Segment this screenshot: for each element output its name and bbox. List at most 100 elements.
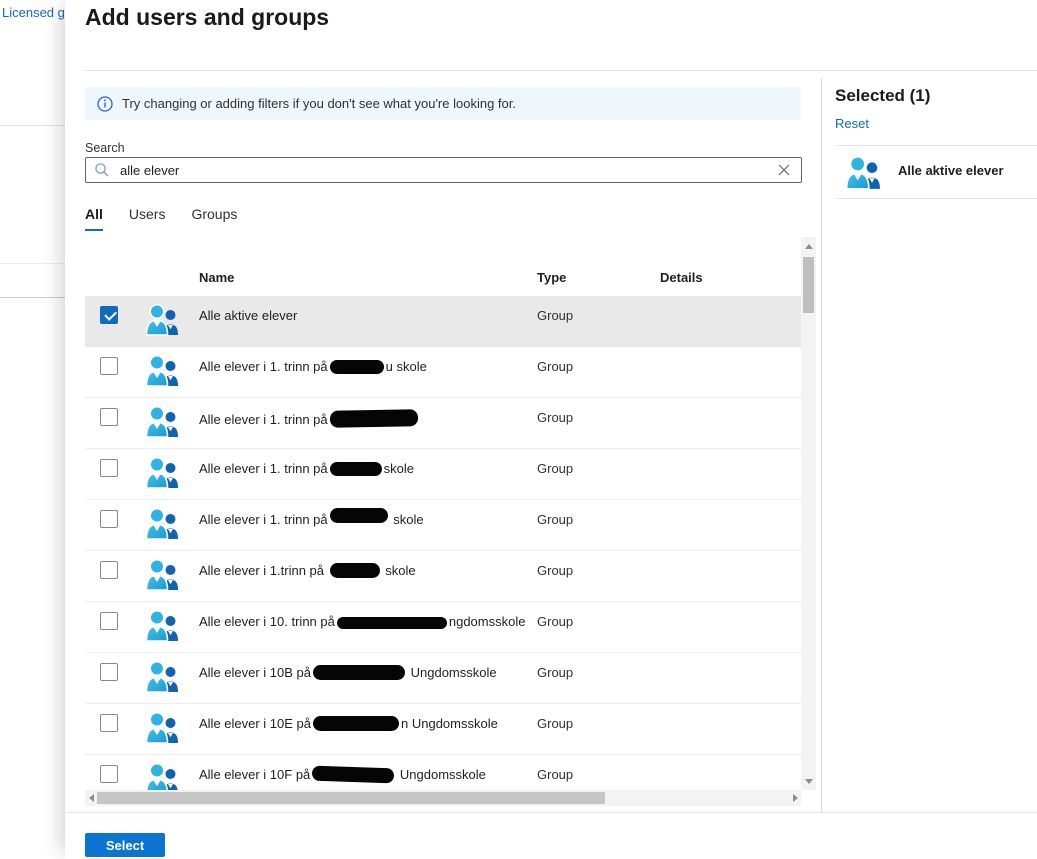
title-divider (85, 70, 1037, 71)
row-checkbox[interactable] (100, 714, 118, 732)
info-banner: Try changing or adding filters if you do… (85, 87, 801, 120)
table-row[interactable]: Alle elever i 1. trinn på skole Group (85, 500, 801, 551)
redaction-mark (330, 360, 384, 374)
search-label: Search (85, 141, 125, 155)
row-checkbox[interactable] (100, 408, 118, 426)
row-checkbox[interactable] (100, 459, 118, 477)
row-name: Alle elever i 1. trinn påu skole (199, 359, 427, 374)
horizontal-scrollbar[interactable] (85, 790, 801, 806)
row-checkbox[interactable] (100, 765, 118, 783)
group-icon (145, 610, 179, 642)
group-icon (145, 304, 179, 336)
redaction-mark (313, 716, 399, 731)
row-name: Alle elever i 1.trinn på skole (199, 563, 416, 578)
table-row[interactable]: Alle elever i 10B på Ungdomsskole Group (85, 653, 801, 704)
row-type: Group (537, 308, 573, 323)
row-type: Group (537, 461, 573, 476)
selected-panel-divider (835, 145, 1037, 146)
background-divider (0, 263, 65, 264)
table-header: Name Type Details (85, 262, 801, 296)
redaction-mark (337, 617, 447, 629)
redaction-mark (330, 462, 382, 476)
tab-all[interactable]: All (85, 206, 103, 231)
row-name: Alle elever i 1. trinn på (199, 410, 420, 427)
row-name: Alle aktive elever (199, 308, 297, 323)
group-icon (145, 508, 179, 540)
redaction-mark (312, 766, 394, 784)
selected-panel-divider (835, 198, 1037, 199)
table-rows: Alle aktive elever Group Alle elever i 1.… (85, 296, 801, 790)
row-name: Alle elever i 1. trinn på skole (199, 512, 424, 527)
select-button[interactable]: Select (85, 833, 165, 857)
group-icon (145, 712, 179, 744)
scroll-right-arrow[interactable] (789, 790, 801, 806)
redaction-mark (313, 665, 405, 680)
row-type: Group (537, 767, 573, 782)
scroll-up-arrow[interactable] (801, 239, 816, 254)
row-checkbox[interactable] (100, 561, 118, 579)
row-type: Group (537, 512, 573, 527)
row-type: Group (537, 359, 573, 374)
search-icon (94, 162, 110, 178)
footer-divider (65, 812, 1037, 813)
redaction-mark (330, 508, 388, 523)
selected-count-title: Selected (1) (835, 86, 930, 106)
group-icon (145, 406, 179, 438)
column-header-type: Type (537, 270, 566, 285)
table-row[interactable]: Alle elever i 1.trinn på skoleGroup (85, 551, 801, 602)
vertical-scrollbar[interactable] (801, 237, 816, 790)
background-divider (0, 297, 65, 298)
page-title: Add users and groups (85, 4, 329, 31)
scroll-left-arrow[interactable] (85, 790, 97, 806)
table-row[interactable]: Alle elever i 10. trinn pångdomsskole Gro… (85, 602, 801, 653)
info-icon (97, 96, 113, 112)
row-name: Alle elever i 10. trinn pångdomsskole (199, 614, 525, 629)
row-checkbox[interactable] (100, 663, 118, 681)
row-checkbox[interactable] (100, 612, 118, 630)
table-row[interactable]: Alle elever i 1. trinn påu skole Group (85, 347, 801, 398)
row-name: Alle elever i 1. trinn påskole (199, 461, 414, 476)
row-type: Group (537, 614, 573, 629)
group-icon (145, 763, 179, 790)
row-name: Alle elever i 10E pån Ungdomsskole (199, 716, 498, 731)
tab-users[interactable]: Users (129, 206, 166, 231)
search-box (85, 157, 802, 183)
row-type: Group (537, 716, 573, 731)
row-checkbox[interactable] (100, 357, 118, 375)
tabs: All Users Groups (85, 206, 237, 231)
reset-link[interactable]: Reset (835, 116, 869, 131)
group-icon (145, 559, 179, 591)
table-row[interactable]: Alle elever i 1. trinn påskole Group (85, 449, 801, 500)
selected-item: Alle aktive elever (835, 152, 1037, 198)
row-checkbox[interactable] (100, 510, 118, 528)
background-divider (0, 125, 65, 126)
group-icon (145, 355, 179, 387)
tab-groups[interactable]: Groups (191, 206, 237, 231)
vertical-scrollbar-thumb[interactable] (803, 257, 814, 313)
table-row[interactable]: Alle elever i 1. trinn på Group (85, 398, 801, 449)
row-checkbox-checked[interactable] (100, 306, 118, 324)
selected-items: Alle aktive elever (835, 152, 1037, 198)
redaction-mark (329, 409, 417, 428)
add-users-and-groups-dialog: Add users and groups Try changing or add… (65, 0, 1037, 859)
licensed-groups-link[interactable]: Licensed g (2, 5, 65, 20)
column-header-details: Details (660, 270, 703, 285)
row-type: Group (537, 410, 573, 425)
table-row[interactable]: Alle elever i 10E pån Ungdomsskole Group (85, 704, 801, 755)
row-name: Alle elever i 10F på Ungdomsskole (199, 767, 486, 782)
clear-search-icon[interactable] (777, 163, 791, 177)
panel-divider (821, 78, 822, 812)
row-type: Group (537, 665, 573, 680)
scroll-down-arrow[interactable] (801, 774, 816, 789)
search-input[interactable] (110, 163, 777, 178)
horizontal-scrollbar-thumb[interactable] (97, 792, 605, 804)
column-header-name: Name (199, 270, 234, 285)
selected-item-label: Alle aktive elever (898, 163, 1004, 178)
redaction-mark (330, 563, 380, 578)
row-name: Alle elever i 10B på Ungdomsskole (199, 665, 497, 680)
group-icon (845, 156, 881, 190)
group-icon (145, 661, 179, 693)
info-banner-text: Try changing or adding filters if you do… (122, 96, 516, 111)
table-row[interactable]: Alle elever i 10F på Ungdomsskole Group (85, 755, 801, 790)
table-row[interactable]: Alle aktive elever Group (85, 296, 801, 347)
